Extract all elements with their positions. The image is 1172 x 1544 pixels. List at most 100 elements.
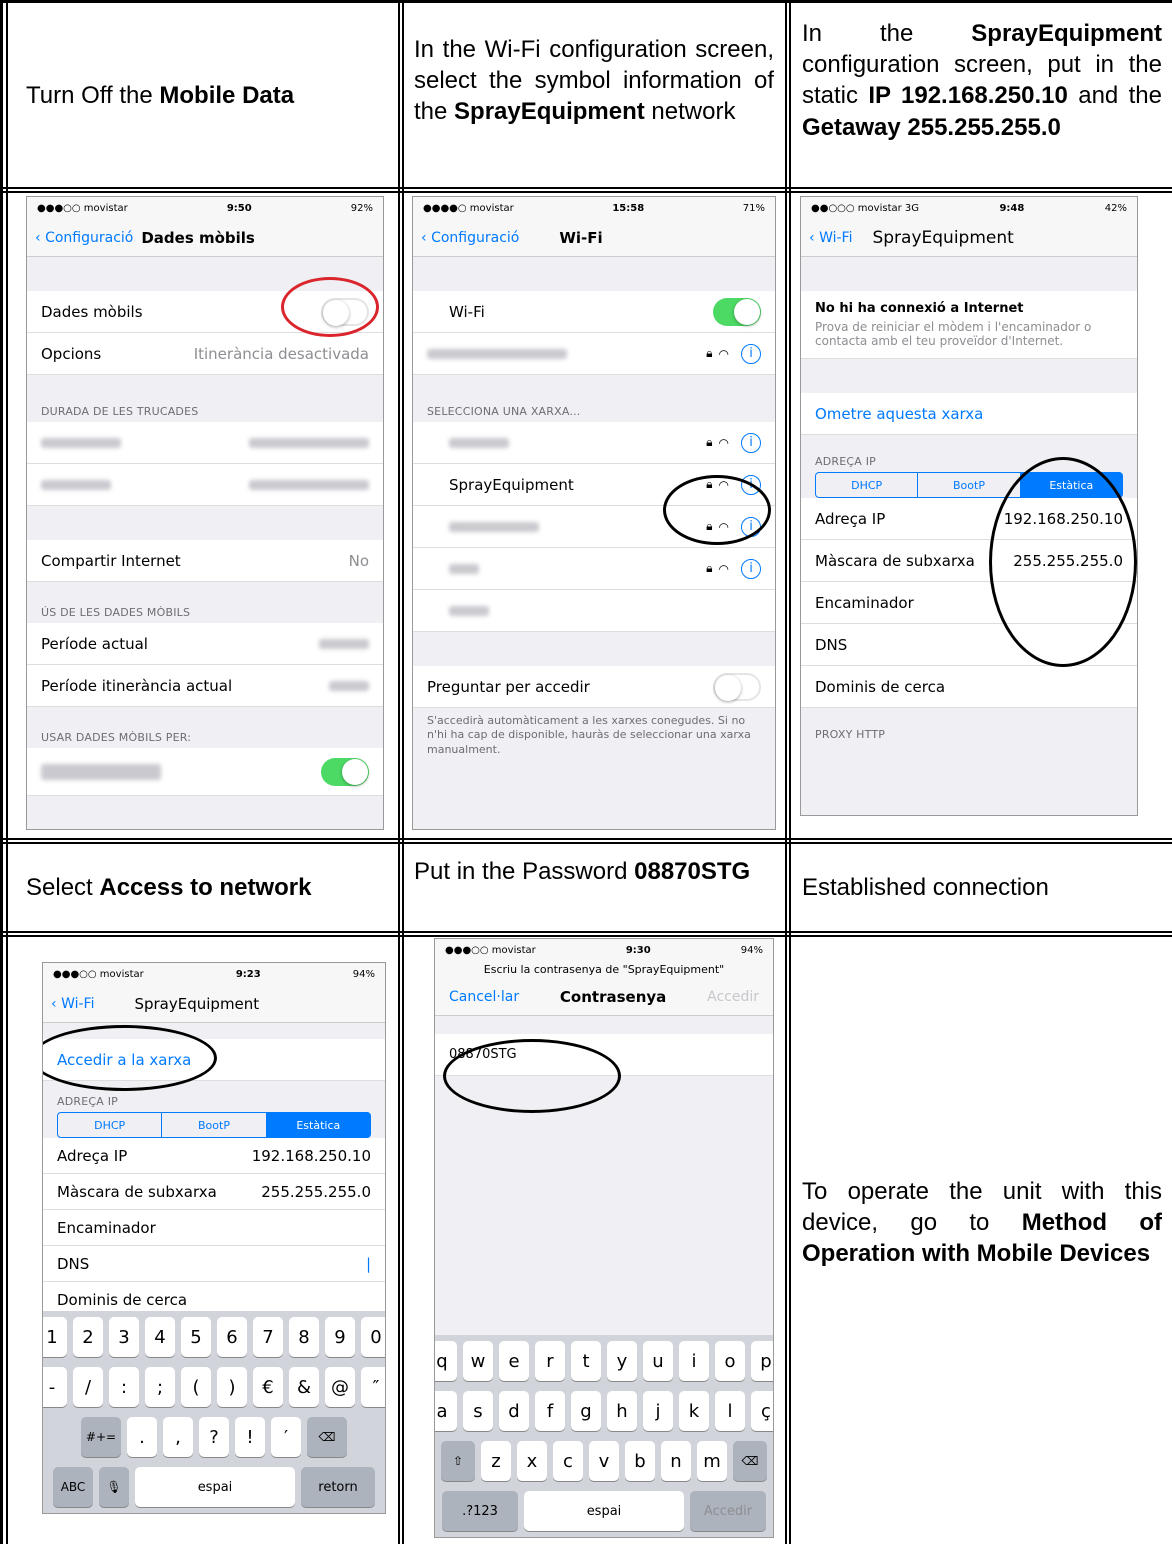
row-subnet-mask[interactable]: Màscara de subxarxa 255.255.255.0	[43, 1174, 385, 1210]
join-button[interactable]: Accedir	[707, 989, 759, 1005]
ask-toggle[interactable]	[713, 672, 761, 701]
instruction-established: Established connection	[802, 872, 1162, 904]
keyboard-key[interactable]: i	[679, 1341, 709, 1381]
keyboard-key[interactable]: 2	[73, 1317, 103, 1357]
key-space[interactable]: espai	[135, 1467, 295, 1507]
blurred-row	[27, 422, 383, 464]
keyboard-key[interactable]: m	[697, 1441, 727, 1481]
keyboard-key[interactable]: 6	[217, 1317, 247, 1357]
keyboard-key[interactable]: €	[253, 1367, 283, 1407]
keyboard-key[interactable]: b	[625, 1441, 655, 1481]
keyboard-key[interactable]: j	[643, 1391, 673, 1431]
key-join[interactable]: Accedir	[690, 1491, 766, 1531]
microphone-icon[interactable]: 🎙︎	[99, 1467, 129, 1507]
shift-icon[interactable]: ⇧	[441, 1441, 475, 1481]
wifi-toggle[interactable]	[713, 297, 761, 326]
keyboard-key[interactable]: ç	[751, 1391, 773, 1431]
keyboard-key[interactable]: -	[43, 1367, 67, 1407]
keyboard-key[interactable]: 7	[253, 1317, 283, 1357]
keyboard-key[interactable]: 4	[145, 1317, 175, 1357]
page-title: SprayEquipment	[872, 227, 1014, 248]
keyboard-key[interactable]: &	[289, 1367, 319, 1407]
keyboard-key[interactable]: k	[679, 1391, 709, 1431]
nav-bar: ‹ Wi-Fi SprayEquipment	[801, 219, 1137, 257]
keyboard-key[interactable]: g	[571, 1391, 601, 1431]
highlight-ellipse	[663, 475, 771, 545]
row-ask-to-join[interactable]: Preguntar per accedir	[413, 666, 775, 708]
keyboard-key[interactable]: f	[535, 1391, 565, 1431]
keyboard-key[interactable]: d	[499, 1391, 529, 1431]
keyboard-key[interactable]: ′	[271, 1417, 301, 1457]
keyboard-key[interactable]: )	[217, 1367, 247, 1407]
wifi-icon: ◠	[718, 561, 729, 576]
row-other-network[interactable]	[413, 590, 775, 632]
row-router[interactable]: Encaminador	[43, 1210, 385, 1246]
row-dns[interactable]: DNS |	[43, 1246, 385, 1282]
keyboard-key[interactable]: :	[109, 1367, 139, 1407]
keyboard-key[interactable]: 5	[181, 1317, 211, 1357]
keyboard-key[interactable]: l	[715, 1391, 745, 1431]
keyboard-key[interactable]: /	[73, 1367, 103, 1407]
forget-network-button[interactable]: Ometre aquesta xarxa	[801, 393, 1137, 435]
delete-icon[interactable]: ⌫	[733, 1441, 767, 1481]
app-toggle[interactable]	[321, 757, 369, 786]
keyboard-key[interactable]: 0	[361, 1317, 385, 1357]
key-symbols[interactable]: #+=	[81, 1417, 121, 1457]
keyboard-key[interactable]: y	[607, 1341, 637, 1381]
key-space[interactable]: espai	[524, 1491, 684, 1531]
keyboard-key[interactable]: q	[435, 1341, 457, 1381]
keyboard-key[interactable]: v	[589, 1441, 619, 1481]
keyboard-key[interactable]: .	[127, 1417, 157, 1457]
keyboard-key[interactable]: u	[643, 1341, 673, 1381]
page-title: Wi-Fi	[559, 228, 603, 247]
keyboard-key[interactable]: w	[463, 1341, 493, 1381]
keyboard-key[interactable]: ;	[145, 1367, 175, 1407]
keyboard-key[interactable]: (	[181, 1367, 211, 1407]
delete-icon[interactable]: ⌫	[307, 1417, 347, 1457]
back-button[interactable]: ‹ Wi-Fi	[809, 230, 852, 246]
keyboard-key[interactable]: r	[535, 1341, 565, 1381]
keyboard-key[interactable]: a	[435, 1391, 457, 1431]
keyboard-key[interactable]: !	[235, 1417, 265, 1457]
keyboard-key[interactable]: e	[499, 1341, 529, 1381]
info-icon[interactable]: i	[741, 558, 761, 579]
keyboard-key[interactable]: ,	[163, 1417, 193, 1457]
ip-mode-segment[interactable]: DHCP BootP Estàtica	[57, 1112, 371, 1138]
key-return[interactable]: retorn	[301, 1467, 375, 1507]
info-icon[interactable]: i	[741, 343, 761, 364]
row-wifi[interactable]: Wi-Fi	[413, 291, 775, 333]
keyboard-key[interactable]: p	[751, 1341, 773, 1381]
keyboard-key[interactable]: o	[715, 1341, 745, 1381]
keyboard-key[interactable]: 1	[43, 1317, 67, 1357]
row-share-internet[interactable]: Compartir Internet No	[27, 540, 383, 582]
back-button[interactable]: ‹ Configuració	[421, 230, 519, 246]
keyboard-key[interactable]: h	[607, 1391, 637, 1431]
ask-note: S'accedirà automàticament a les xarxes c…	[427, 714, 751, 756]
row-connected-network[interactable]: 🔒︎ ◠ i	[413, 333, 775, 375]
password-prompt: Escriu la contrasenya de "SprayEquipment…	[435, 961, 773, 978]
keyboard-key[interactable]: 8	[289, 1317, 319, 1357]
keyboard-key[interactable]: s	[463, 1391, 493, 1431]
row-network[interactable]: 🔒︎ ◠ i	[413, 422, 775, 464]
back-button[interactable]: ‹ Configuració	[35, 230, 133, 246]
keyboard-key[interactable]: 9	[325, 1317, 355, 1357]
row-ip-address[interactable]: Adreça IP 192.168.250.10	[43, 1138, 385, 1174]
nav-bar: Cancel·lar Contrasenya Accedir	[435, 978, 773, 1016]
row-search-domains[interactable]: Dominis de cerca	[801, 666, 1137, 708]
keyboard-key[interactable]: @	[325, 1367, 355, 1407]
keyboard-key[interactable]: z	[481, 1441, 511, 1481]
cancel-button[interactable]: Cancel·lar	[449, 989, 519, 1005]
back-button[interactable]: ‹ Wi-Fi	[51, 996, 94, 1012]
keyboard-key[interactable]: 3	[109, 1317, 139, 1357]
keyboard-key[interactable]: x	[517, 1441, 547, 1481]
keyboard-key[interactable]: n	[661, 1441, 691, 1481]
row-network[interactable]: 🔒︎ ◠ i	[413, 548, 775, 590]
keyboard-key[interactable]: ″	[361, 1367, 385, 1407]
row-options[interactable]: Opcions Itinerància desactivada	[27, 333, 383, 375]
key-numbers[interactable]: .?123	[442, 1491, 518, 1531]
keyboard-key[interactable]: c	[553, 1441, 583, 1481]
info-icon[interactable]: i	[741, 432, 761, 453]
keyboard-key[interactable]: ?	[199, 1417, 229, 1457]
key-abc[interactable]: ABC	[53, 1467, 93, 1507]
keyboard-key[interactable]: t	[571, 1341, 601, 1381]
